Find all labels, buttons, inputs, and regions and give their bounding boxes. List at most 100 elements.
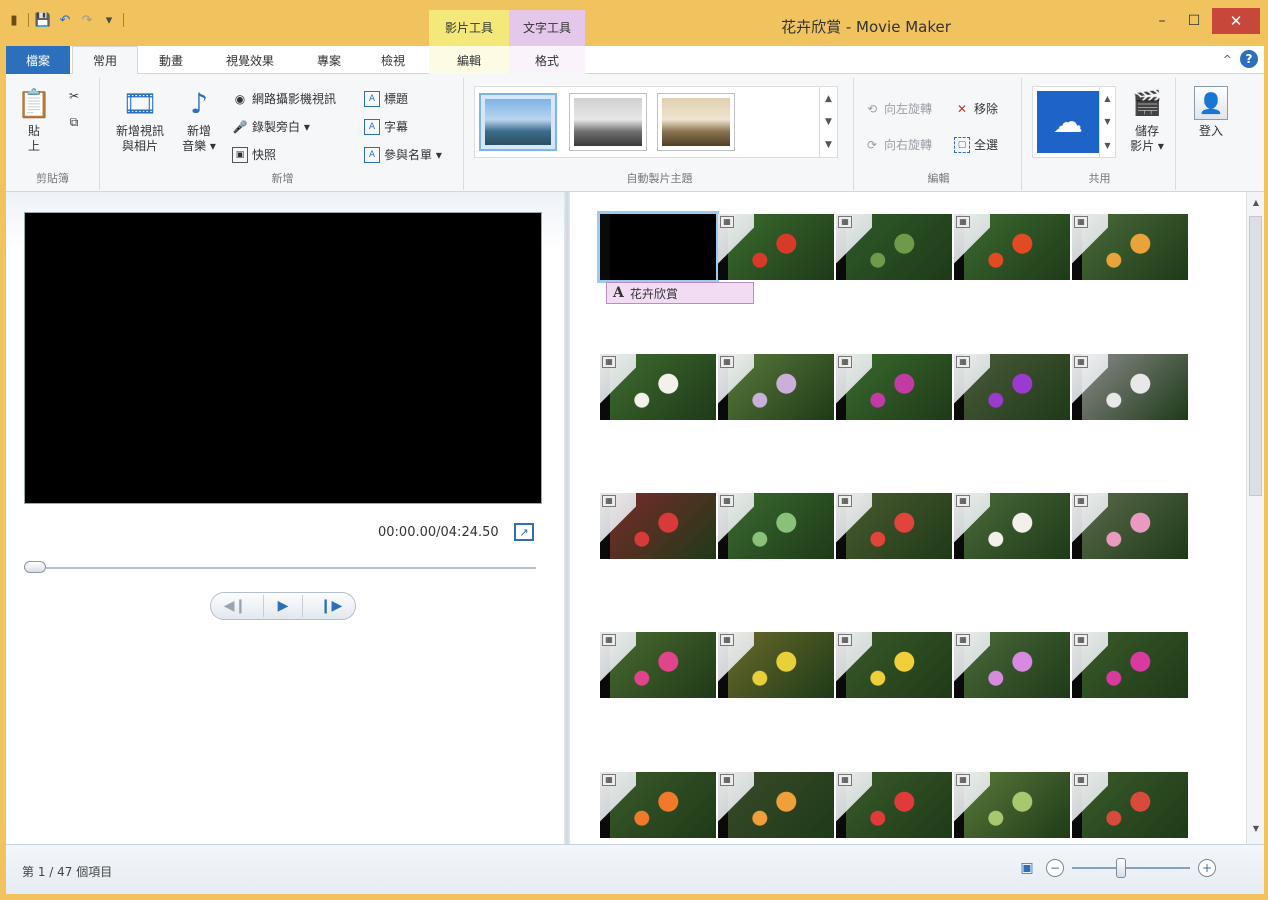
- rotate-left-button[interactable]: ⟲ 向左旋轉: [864, 100, 932, 117]
- title-button[interactable]: A 標題: [364, 90, 408, 107]
- rotate-right-button[interactable]: ⟳ 向右旋轉: [864, 136, 932, 153]
- ribbon: 📋 貼 上 ✂ ⧉ 剪貼簿 🎞 新增視訊 與相片 ♪ 新增 音樂 ▾ ◉ 網路攝…: [6, 74, 1264, 192]
- clip-thumbnail[interactable]: ▦: [1072, 632, 1188, 698]
- play-icon[interactable]: ▶: [263, 595, 303, 617]
- pan-zoom-badge-icon: ▦: [956, 356, 970, 368]
- cut-button[interactable]: ✂: [66, 88, 82, 104]
- clip-thumbnail[interactable]: ▦: [836, 354, 952, 420]
- clip-thumbnail[interactable]: ▦: [836, 632, 952, 698]
- gallery-more-icon[interactable]: ▼: [825, 140, 832, 150]
- theme-item-sepia[interactable]: [657, 93, 735, 151]
- theme-gallery-scroller[interactable]: ▲ ▼ ▼: [819, 87, 837, 157]
- tab-edit[interactable]: 編輯: [429, 46, 509, 74]
- clip-thumbnail[interactable]: ▦: [954, 354, 1070, 420]
- title-bar: ▮ 💾 ↶ ↷ ▾ 影片工具 文字工具 花卉欣賞 - Movie Maker –…: [6, 0, 1264, 46]
- clip-thumbnail[interactable]: ▦: [600, 354, 716, 420]
- add-videos-photos-button[interactable]: 🎞 新增視訊 與相片: [108, 86, 172, 154]
- zoom-in-icon[interactable]: +: [1198, 859, 1216, 877]
- redo-icon[interactable]: ↷: [79, 12, 95, 28]
- clip-thumbnail[interactable]: ▦: [836, 772, 952, 838]
- help-icon[interactable]: ?: [1240, 50, 1258, 68]
- credits-button[interactable]: A 參與名單 ▾: [364, 146, 442, 163]
- previous-frame-icon[interactable]: ◀❙: [215, 595, 255, 617]
- copy-button[interactable]: ⧉: [66, 114, 82, 130]
- thumbnail-size-icon[interactable]: ▣: [1016, 858, 1038, 878]
- narration-label: 錄製旁白 ▾: [252, 120, 310, 134]
- add-music-button[interactable]: ♪ 新增 音樂 ▾: [174, 86, 224, 154]
- tab-view[interactable]: 檢視: [362, 46, 424, 74]
- seek-thumb[interactable]: [24, 561, 46, 573]
- theme-item-black-white[interactable]: [569, 93, 647, 151]
- clip-thumbnail[interactable]: ▦: [1072, 354, 1188, 420]
- clip-thumbnail[interactable]: ▦: [954, 632, 1070, 698]
- onedrive-cloud-icon[interactable]: ☁: [1037, 91, 1099, 153]
- clip-thumbnail[interactable]: ▦: [954, 493, 1070, 559]
- clip-thumbnail[interactable]: ▦: [836, 214, 952, 280]
- scroll-down-icon[interactable]: ▼: [825, 117, 832, 127]
- gallery-more-icon[interactable]: ▼: [1104, 141, 1110, 150]
- clip-thumbnail[interactable]: ▦: [954, 214, 1070, 280]
- clip-thumbnail[interactable]: ▦: [600, 772, 716, 838]
- seek-bar[interactable]: [24, 567, 536, 569]
- fullscreen-icon[interactable]: ↗: [514, 523, 534, 541]
- save-icon[interactable]: 💾: [35, 12, 51, 28]
- scissors-icon: ✂: [68, 89, 80, 103]
- clip-thumbnail[interactable]: ▦: [600, 632, 716, 698]
- tab-animations[interactable]: 動畫: [140, 46, 202, 74]
- customize-qat-icon[interactable]: ▾: [101, 12, 117, 28]
- theme-item-default[interactable]: [479, 93, 557, 151]
- title-caption-bar[interactable]: A 花卉欣賞: [606, 282, 754, 304]
- caption-button[interactable]: A 字幕: [364, 118, 408, 135]
- tab-format[interactable]: 格式: [509, 46, 585, 74]
- scroll-up-icon[interactable]: ▲: [1104, 94, 1110, 103]
- remove-x-icon: ✕: [956, 101, 968, 116]
- webcam-video-button[interactable]: ◉ 網路攝影機視訊: [232, 90, 336, 107]
- tab-file[interactable]: 檔案: [6, 46, 70, 74]
- storyboard-scrollbar[interactable]: ▲ ▼: [1246, 192, 1264, 844]
- pan-zoom-badge-icon: ▦: [602, 495, 616, 507]
- minimize-button[interactable]: –: [1146, 8, 1178, 34]
- scrollbar-thumb[interactable]: [1249, 216, 1262, 496]
- close-button[interactable]: ✕: [1212, 8, 1260, 34]
- tab-visual-effects[interactable]: 視覺效果: [204, 46, 296, 74]
- tab-project[interactable]: 專案: [298, 46, 360, 74]
- tab-home[interactable]: 常用: [72, 46, 138, 74]
- share-gallery-scroller[interactable]: ▲ ▼ ▼: [1099, 87, 1115, 157]
- video-preview[interactable]: [24, 212, 542, 504]
- scroll-down-icon[interactable]: ▼: [1247, 824, 1265, 833]
- snapshot-button[interactable]: ▣ 快照: [232, 146, 276, 163]
- zoom-slider[interactable]: [1072, 858, 1190, 878]
- clip-thumbnail[interactable]: ▦: [718, 632, 834, 698]
- clip-thumbnail[interactable]: ▦: [836, 493, 952, 559]
- sign-in-button[interactable]: 👤 登入: [1186, 86, 1236, 139]
- clip-thumbnail[interactable]: ▦: [718, 354, 834, 420]
- scroll-down-icon[interactable]: ▼: [1104, 117, 1110, 126]
- next-frame-icon[interactable]: ❙▶: [311, 595, 351, 617]
- clip-thumbnail[interactable]: ▦: [954, 772, 1070, 838]
- caption-icon: A: [364, 118, 380, 135]
- clip-thumbnail[interactable]: ▦: [1072, 772, 1188, 838]
- rotate-right-icon: ⟳: [866, 137, 878, 152]
- clip-thumbnail[interactable]: ▦: [1072, 493, 1188, 559]
- clip-thumbnail[interactable]: ▦: [600, 493, 716, 559]
- scroll-up-icon[interactable]: ▲: [825, 94, 832, 104]
- zoom-out-icon[interactable]: −: [1046, 859, 1064, 877]
- clip-title-black[interactable]: [597, 211, 719, 283]
- clip-thumbnail[interactable]: ▦: [718, 493, 834, 559]
- undo-icon[interactable]: ↶: [57, 12, 73, 28]
- clip-thumbnail[interactable]: ▦: [718, 214, 834, 280]
- remove-button[interactable]: ✕ 移除: [954, 100, 998, 117]
- qat-separator: [28, 13, 29, 27]
- select-all-button[interactable]: ▢ 全選: [954, 136, 998, 153]
- app-icon[interactable]: ▮: [6, 12, 22, 28]
- save-movie-button[interactable]: 🎬 儲存 影片 ▾: [1122, 86, 1172, 154]
- collapse-ribbon-icon[interactable]: ^: [1223, 53, 1232, 66]
- maximize-button[interactable]: ☐: [1178, 8, 1210, 34]
- zoom-slider-thumb[interactable]: [1116, 858, 1126, 878]
- scroll-up-icon[interactable]: ▲: [1247, 198, 1265, 207]
- clip-thumbnail[interactable]: ▦: [718, 772, 834, 838]
- clip-thumbnail[interactable]: ▦: [1072, 214, 1188, 280]
- record-narration-button[interactable]: 🎤 錄製旁白 ▾: [232, 118, 310, 135]
- sign-in-label: 登入: [1198, 124, 1223, 138]
- paste-button[interactable]: 📋 貼 上: [14, 86, 54, 154]
